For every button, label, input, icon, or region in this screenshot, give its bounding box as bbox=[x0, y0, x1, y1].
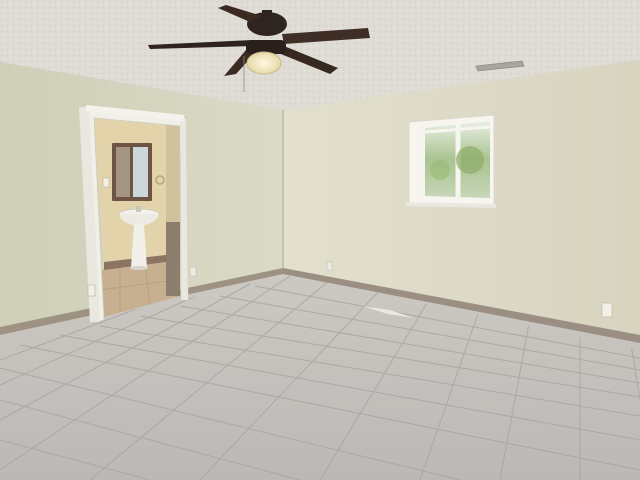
wall-outlet-right bbox=[601, 302, 613, 318]
room-illustration bbox=[0, 0, 640, 480]
fan-light bbox=[246, 51, 282, 75]
wall-outlet-left bbox=[87, 284, 96, 297]
wall-outlet-door bbox=[189, 266, 197, 277]
room-photo bbox=[0, 0, 640, 480]
window bbox=[406, 114, 496, 208]
wall-outlet-center bbox=[326, 261, 333, 271]
medicine-cabinet bbox=[112, 143, 152, 201]
